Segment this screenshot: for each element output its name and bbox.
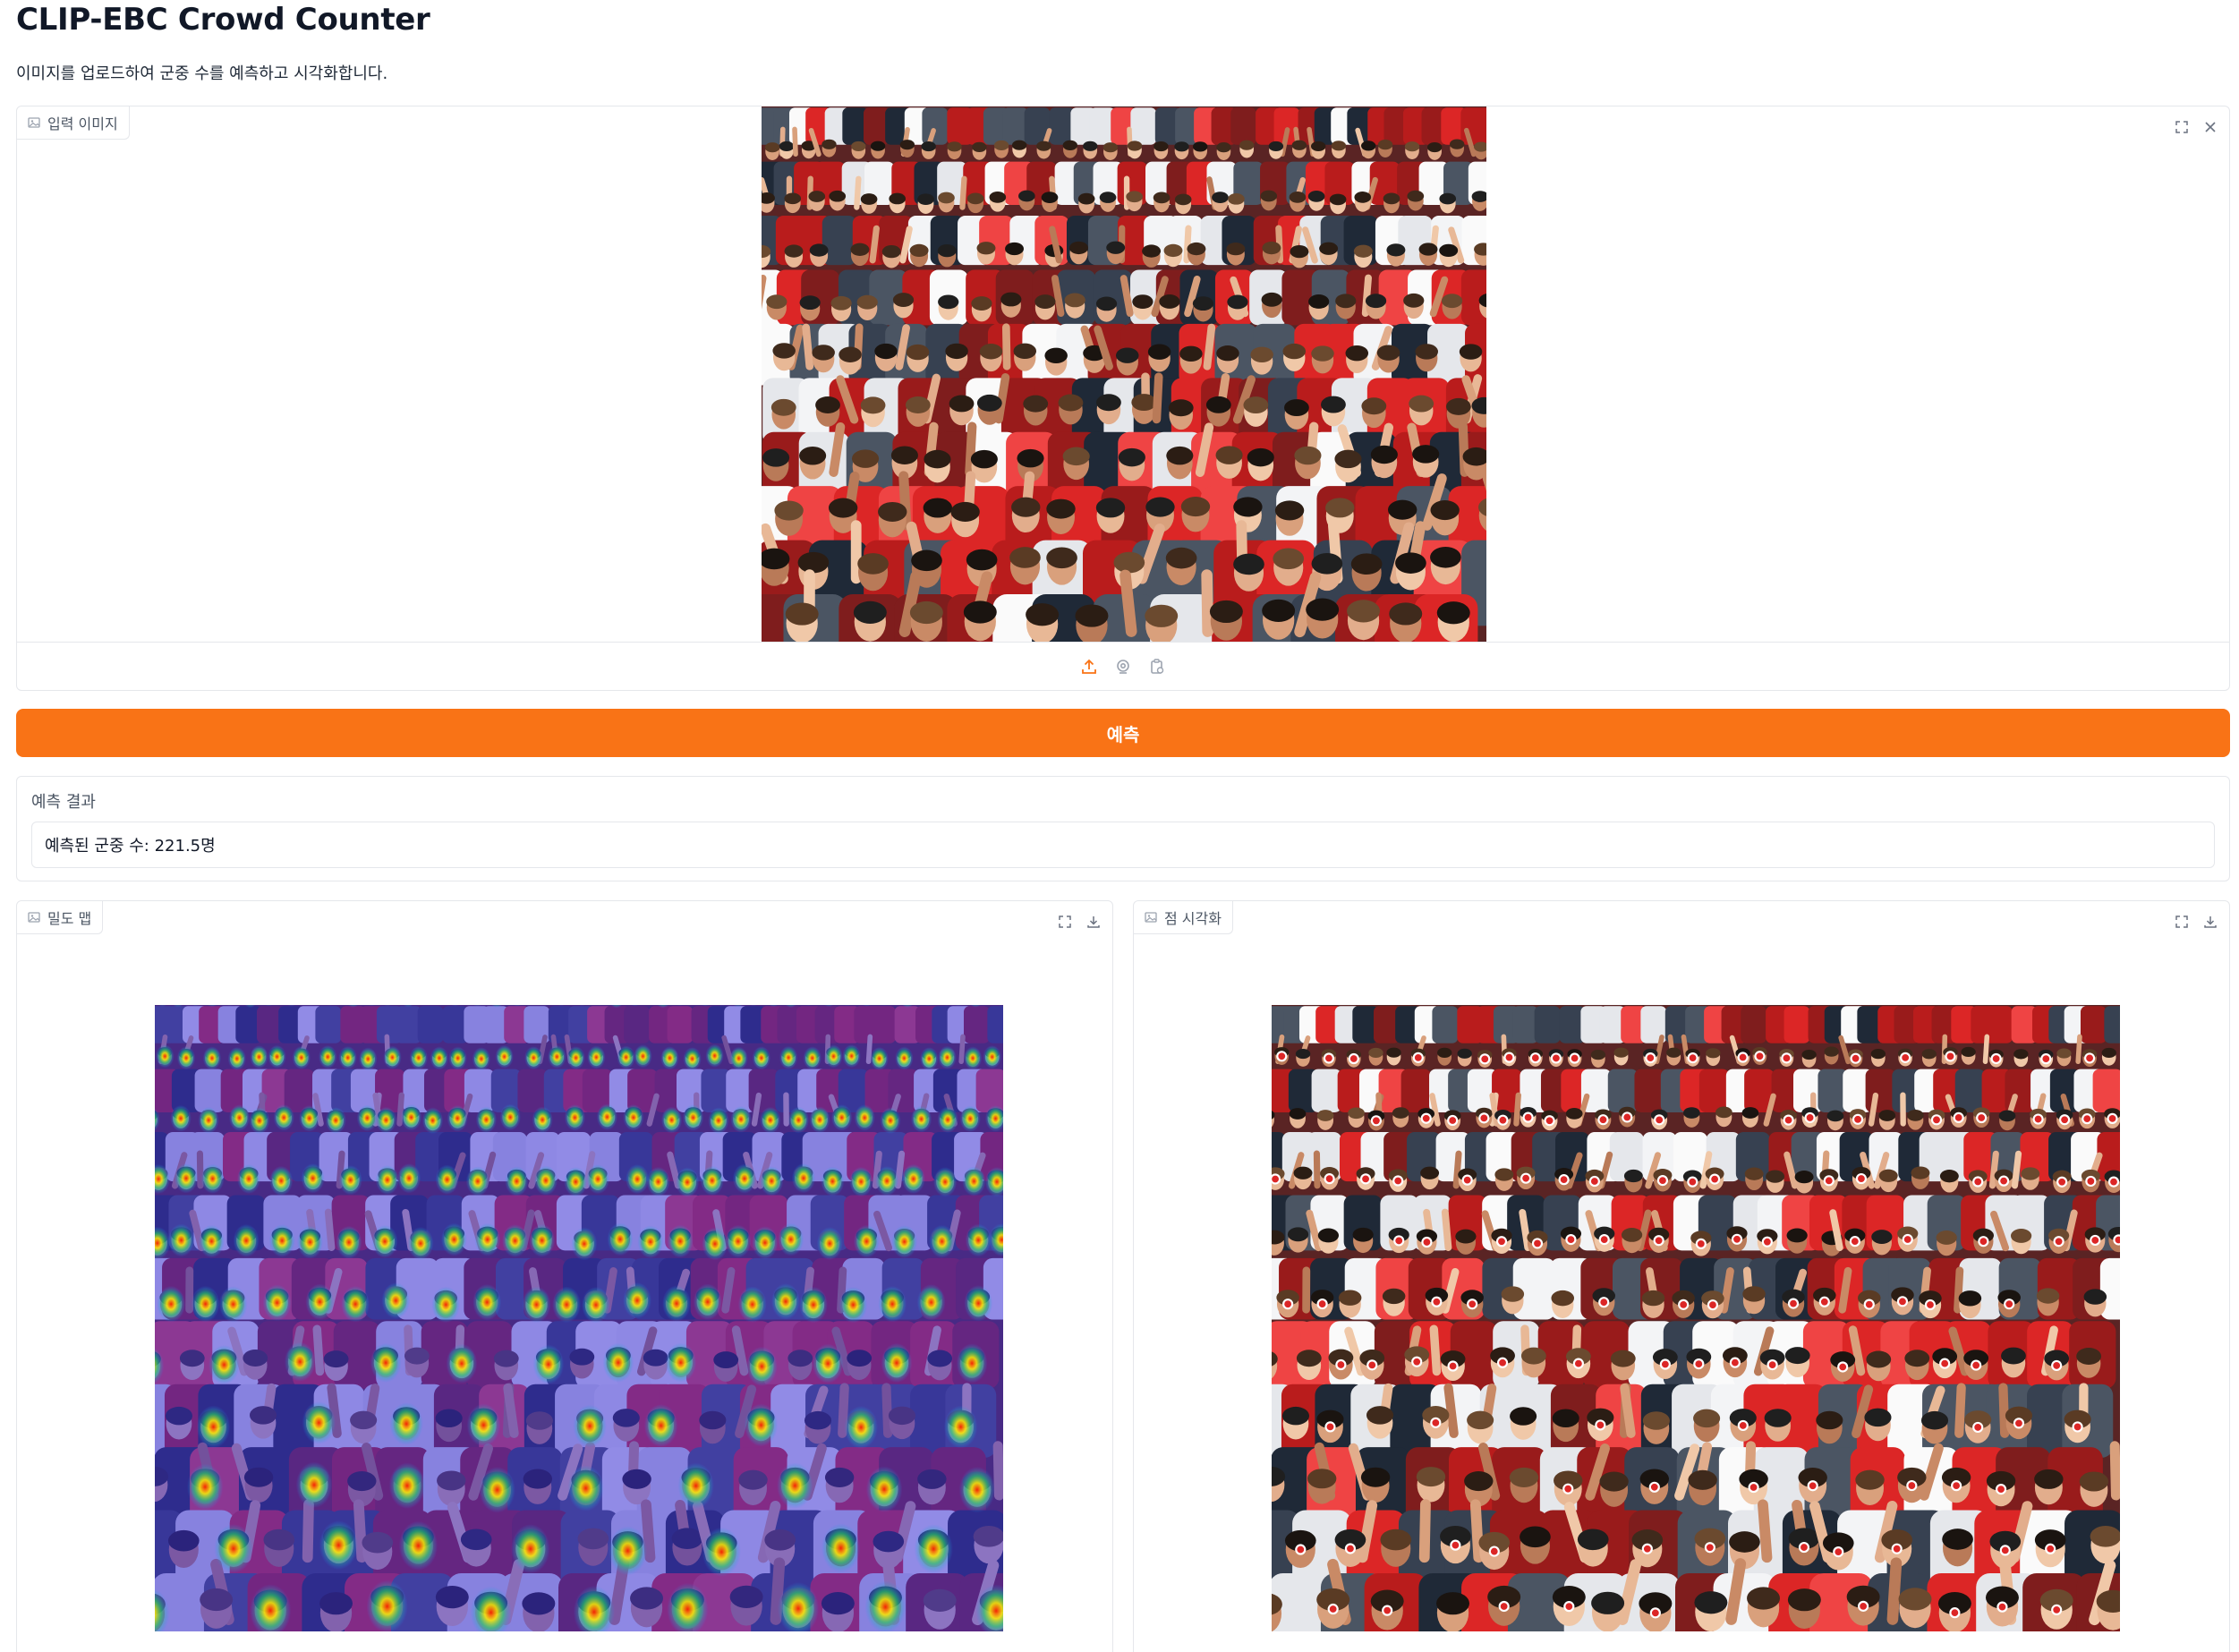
predict-button[interactable]: 예측	[16, 709, 2230, 757]
fullscreen-icon[interactable]	[2170, 115, 2193, 139]
image-source-bar	[17, 642, 2229, 690]
prediction-result-value: 예측된 군중 수: 221.5명	[45, 837, 216, 856]
point-visualization-image	[1272, 1005, 2120, 1631]
density-map-label-tag: 밀도 맵	[17, 901, 104, 934]
fullscreen-icon[interactable]	[1053, 910, 1077, 933]
fullscreen-icon[interactable]	[2170, 910, 2193, 933]
upload-icon[interactable]	[1078, 656, 1100, 677]
image-icon	[28, 911, 40, 924]
webcam-icon[interactable]	[1112, 656, 1134, 677]
page-description: 이미지를 업로드하여 군중 수를 예측하고 시각화합니다.	[16, 64, 388, 83]
point-visualization-label: 점 시각화	[1164, 910, 1222, 927]
app-page: CLIP-EBC Crowd Counter 이미지를 업로드하여 군중 수를 …	[0, 0, 2239, 1652]
density-map-image	[155, 1005, 1003, 1631]
input-image-panel[interactable]: 입력 이미지	[16, 106, 2230, 691]
prediction-result-textbox[interactable]: 예측된 군중 수: 221.5명	[31, 822, 2215, 868]
image-icon	[28, 116, 40, 129]
download-icon[interactable]	[1082, 910, 1105, 933]
clipboard-icon[interactable]	[1146, 656, 1168, 677]
prediction-result-panel: 예측 결과 예측된 군중 수: 221.5명	[16, 776, 2230, 881]
density-map-label: 밀도 맵	[47, 910, 92, 927]
download-icon[interactable]	[2199, 910, 2222, 933]
point-visualization-panel: 점 시각화	[1133, 900, 2230, 1652]
image-icon	[1145, 911, 1157, 924]
prediction-result-label: 예측 결과	[31, 793, 96, 812]
close-icon[interactable]	[2199, 115, 2222, 139]
density-map-panel: 밀도 맵	[16, 900, 1113, 1652]
input-image-label-tag: 입력 이미지	[17, 106, 130, 140]
input-crowd-image	[762, 106, 1486, 642]
input-image-label: 입력 이미지	[47, 115, 118, 132]
page-title: CLIP-EBC Crowd Counter	[16, 2, 430, 38]
point-visualization-label-tag: 점 시각화	[1134, 901, 1233, 934]
